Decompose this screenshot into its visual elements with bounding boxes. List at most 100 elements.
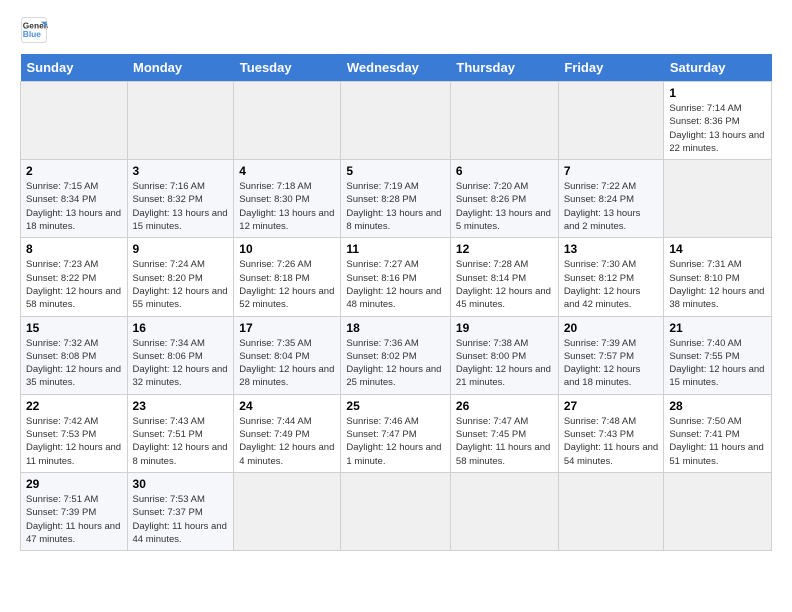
day-number: 12 <box>456 242 553 256</box>
day-info: Sunrise: 7:31 AMSunset: 8:10 PMDaylight:… <box>669 258 766 311</box>
calendar-cell: 21Sunrise: 7:40 AMSunset: 7:55 PMDayligh… <box>664 316 772 394</box>
logo-icon: General Blue <box>20 16 48 44</box>
empty-cell <box>21 82 128 160</box>
day-number: 10 <box>239 242 335 256</box>
day-number: 26 <box>456 399 553 413</box>
day-info: Sunrise: 7:14 AMSunset: 8:36 PMDaylight:… <box>669 102 766 155</box>
calendar-cell: 17Sunrise: 7:35 AMSunset: 8:04 PMDayligh… <box>234 316 341 394</box>
calendar-row-6: 29 Sunrise: 7:51 AMSunset: 7:39 PMDayligh… <box>21 472 772 550</box>
calendar-cell: 10Sunrise: 7:26 AMSunset: 8:18 PMDayligh… <box>234 238 341 316</box>
empty-cell <box>558 472 664 550</box>
day-number: 13 <box>564 242 659 256</box>
day-info: Sunrise: 7:16 AMSunset: 8:32 PMDaylight:… <box>133 180 229 233</box>
header-row: SundayMondayTuesdayWednesdayThursdayFrid… <box>21 54 772 82</box>
calendar-cell: 20 Sunrise: 7:39 AMSunset: 7:57 PMDayligh… <box>558 316 664 394</box>
calendar-cell: 22Sunrise: 7:42 AMSunset: 7:53 PMDayligh… <box>21 394 128 472</box>
calendar-cell: 25 Sunrise: 7:46 AMSunset: 7:47 PMDayligh… <box>341 394 451 472</box>
day-number: 11 <box>346 242 445 256</box>
day-number: 29 <box>26 477 122 491</box>
day-info: Sunrise: 7:28 AMSunset: 8:14 PMDaylight:… <box>456 258 553 311</box>
day-number: 1 <box>669 86 766 100</box>
day-info: Sunrise: 7:47 AMSunset: 7:45 PMDaylight:… <box>456 415 553 468</box>
calendar-cell: 5 Sunrise: 7:19 AMSunset: 8:28 PMDaylight… <box>341 160 451 238</box>
day-number: 20 <box>564 321 659 335</box>
empty-cell <box>234 82 341 160</box>
day-info: Sunrise: 7:20 AMSunset: 8:26 PMDaylight:… <box>456 180 553 233</box>
calendar-row-4: 15Sunrise: 7:32 AMSunset: 8:08 PMDayligh… <box>21 316 772 394</box>
empty-cell <box>558 82 664 160</box>
calendar-cell: 18 Sunrise: 7:36 AMSunset: 8:02 PMDayligh… <box>341 316 451 394</box>
day-number: 17 <box>239 321 335 335</box>
day-number: 23 <box>133 399 229 413</box>
empty-cell <box>234 472 341 550</box>
day-info: Sunrise: 7:23 AMSunset: 8:22 PMDaylight:… <box>26 258 122 311</box>
calendar-cell: 27 Sunrise: 7:48 AMSunset: 7:43 PMDayligh… <box>558 394 664 472</box>
calendar-cell: 23 Sunrise: 7:43 AMSunset: 7:51 PMDayligh… <box>127 394 234 472</box>
day-info: Sunrise: 7:18 AMSunset: 8:30 PMDaylight:… <box>239 180 335 233</box>
calendar-cell: 30 Sunrise: 7:53 AMSunset: 7:37 PMDayligh… <box>127 472 234 550</box>
day-info: Sunrise: 7:43 AMSunset: 7:51 PMDaylight:… <box>133 415 229 468</box>
day-info: Sunrise: 7:50 AMSunset: 7:41 PMDaylight:… <box>669 415 766 468</box>
empty-cell <box>127 82 234 160</box>
day-number: 25 <box>346 399 445 413</box>
day-number: 27 <box>564 399 659 413</box>
calendar-cell: 12 Sunrise: 7:28 AMSunset: 8:14 PMDayligh… <box>450 238 558 316</box>
day-info: Sunrise: 7:51 AMSunset: 7:39 PMDaylight:… <box>26 493 122 546</box>
calendar-cell: 11Sunrise: 7:27 AMSunset: 8:16 PMDayligh… <box>341 238 451 316</box>
day-info: Sunrise: 7:34 AMSunset: 8:06 PMDaylight:… <box>133 337 229 390</box>
day-info: Sunrise: 7:24 AMSunset: 8:20 PMDaylight:… <box>133 258 229 311</box>
calendar-cell: 4 Sunrise: 7:18 AMSunset: 8:30 PMDaylight… <box>234 160 341 238</box>
empty-cell <box>664 160 772 238</box>
day-number: 15 <box>26 321 122 335</box>
calendar-cell: 19 Sunrise: 7:38 AMSunset: 8:00 PMDayligh… <box>450 316 558 394</box>
day-number: 5 <box>346 164 445 178</box>
empty-cell <box>450 472 558 550</box>
day-number: 14 <box>669 242 766 256</box>
calendar-cell: 29 Sunrise: 7:51 AMSunset: 7:39 PMDayligh… <box>21 472 128 550</box>
day-number: 3 <box>133 164 229 178</box>
calendar-cell: 28 Sunrise: 7:50 AMSunset: 7:41 PMDayligh… <box>664 394 772 472</box>
day-number: 2 <box>26 164 122 178</box>
calendar-cell: 3 Sunrise: 7:16 AMSunset: 8:32 PMDaylight… <box>127 160 234 238</box>
calendar-cell: 6 Sunrise: 7:20 AMSunset: 8:26 PMDaylight… <box>450 160 558 238</box>
calendar-cell: 15Sunrise: 7:32 AMSunset: 8:08 PMDayligh… <box>21 316 128 394</box>
col-header-sunday: Sunday <box>21 54 128 82</box>
day-info: Sunrise: 7:36 AMSunset: 8:02 PMDaylight:… <box>346 337 445 390</box>
calendar-row-2: 2 Sunrise: 7:15 AMSunset: 8:34 PMDaylight… <box>21 160 772 238</box>
day-info: Sunrise: 7:15 AMSunset: 8:34 PMDaylight:… <box>26 180 122 233</box>
calendar-cell: 7Sunrise: 7:22 AMSunset: 8:24 PMDaylight… <box>558 160 664 238</box>
day-number: 9 <box>133 242 229 256</box>
day-number: 24 <box>239 399 335 413</box>
calendar-cell: 16Sunrise: 7:34 AMSunset: 8:06 PMDayligh… <box>127 316 234 394</box>
page: General Blue SundayMondayTuesdayWednesda… <box>0 0 792 612</box>
day-number: 19 <box>456 321 553 335</box>
calendar-row-1: 1 Sunrise: 7:14 AMSunset: 8:36 PMDaylight… <box>21 82 772 160</box>
day-info: Sunrise: 7:22 AMSunset: 8:24 PMDaylight:… <box>564 180 659 233</box>
calendar-cell: 8Sunrise: 7:23 AMSunset: 8:22 PMDaylight… <box>21 238 128 316</box>
day-info: Sunrise: 7:30 AMSunset: 8:12 PMDaylight:… <box>564 258 659 311</box>
day-info: Sunrise: 7:53 AMSunset: 7:37 PMDaylight:… <box>133 493 229 546</box>
col-header-tuesday: Tuesday <box>234 54 341 82</box>
day-number: 6 <box>456 164 553 178</box>
calendar-cell: 24 Sunrise: 7:44 AMSunset: 7:49 PMDayligh… <box>234 394 341 472</box>
header: General Blue <box>20 16 772 44</box>
day-info: Sunrise: 7:46 AMSunset: 7:47 PMDaylight:… <box>346 415 445 468</box>
day-info: Sunrise: 7:19 AMSunset: 8:28 PMDaylight:… <box>346 180 445 233</box>
day-number: 30 <box>133 477 229 491</box>
col-header-saturday: Saturday <box>664 54 772 82</box>
day-info: Sunrise: 7:38 AMSunset: 8:00 PMDaylight:… <box>456 337 553 390</box>
day-number: 28 <box>669 399 766 413</box>
logo: General Blue <box>20 16 52 44</box>
day-number: 22 <box>26 399 122 413</box>
day-number: 18 <box>346 321 445 335</box>
calendar-row-3: 8Sunrise: 7:23 AMSunset: 8:22 PMDaylight… <box>21 238 772 316</box>
day-info: Sunrise: 7:44 AMSunset: 7:49 PMDaylight:… <box>239 415 335 468</box>
calendar-cell: 26 Sunrise: 7:47 AMSunset: 7:45 PMDayligh… <box>450 394 558 472</box>
empty-cell <box>341 82 451 160</box>
day-info: Sunrise: 7:39 AMSunset: 7:57 PMDaylight:… <box>564 337 659 390</box>
day-info: Sunrise: 7:48 AMSunset: 7:43 PMDaylight:… <box>564 415 659 468</box>
empty-cell <box>450 82 558 160</box>
day-number: 4 <box>239 164 335 178</box>
empty-cell <box>664 472 772 550</box>
calendar-cell: 13 Sunrise: 7:30 AMSunset: 8:12 PMDayligh… <box>558 238 664 316</box>
